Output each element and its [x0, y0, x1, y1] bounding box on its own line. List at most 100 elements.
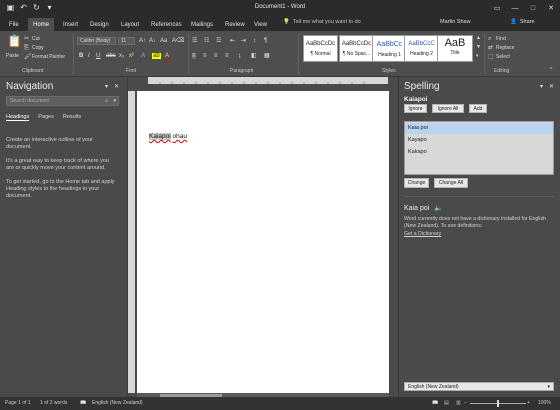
numbering-icon[interactable]: ☷ [204, 38, 209, 44]
underline-icon[interactable]: U [96, 53, 100, 59]
word-count[interactable]: 1 of 2 words [40, 400, 67, 406]
search-dropdown-icon[interactable]: ▾ [113, 98, 116, 104]
web-layout-icon[interactable]: ▥ [456, 400, 461, 406]
sort-icon[interactable]: ↕ [253, 38, 256, 44]
copy-icon[interactable]: ⎘ [24, 45, 29, 51]
page-count[interactable]: Page 1 of 1 [5, 400, 31, 406]
format-painter-icon[interactable]: 🖌 [24, 54, 32, 60]
tab-mailings[interactable]: Mailings [186, 18, 218, 31]
zoom-out-icon[interactable]: − [464, 400, 467, 406]
document-page[interactable]: Kaiapoi ohau [137, 91, 389, 393]
shading-icon[interactable]: ◧ [251, 53, 257, 59]
increase-indent-icon[interactable]: ⇥ [241, 38, 246, 44]
misspelled-word[interactable]: Kaiapoi [149, 133, 171, 140]
share-button[interactable]: 👤 Share [510, 19, 535, 25]
tab-results[interactable]: Results [63, 114, 81, 121]
dropdown-icon[interactable]: ▾ [540, 83, 543, 90]
text-effects-icon[interactable]: A [141, 53, 145, 59]
format-painter-button[interactable]: Format Painter [32, 54, 65, 60]
speaker-icon[interactable]: 🔈 [434, 204, 443, 212]
paste-icon[interactable]: 📋 [7, 35, 22, 47]
suggestion-item[interactable]: Kakapo [405, 147, 553, 158]
highlight-icon[interactable]: ab [152, 53, 161, 59]
shrink-font-icon[interactable]: A↓ [149, 38, 156, 44]
tab-review[interactable]: Review [220, 18, 250, 31]
styles-more-icon[interactable]: ▾ [476, 54, 479, 59]
zoom-level[interactable]: 100% [538, 400, 551, 406]
ribbon-options-icon[interactable]: ▭ [488, 0, 506, 16]
grow-font-icon[interactable]: A↑ [139, 38, 146, 44]
tab-layout[interactable]: Layout [116, 18, 144, 31]
get-dictionary-link[interactable]: Get a Dictionary [404, 231, 441, 237]
align-center-icon[interactable]: ≡ [203, 53, 207, 59]
collapse-ribbon-icon[interactable]: ^ [550, 68, 552, 73]
tab-insert[interactable]: Insert [58, 18, 83, 31]
print-layout-icon[interactable]: ▤ [444, 400, 449, 406]
clear-formatting-icon[interactable]: A⌫ [172, 38, 185, 44]
language-dropdown[interactable]: English (New Zealand) ▾ [404, 382, 554, 391]
justify-icon[interactable]: ≡ [225, 53, 229, 59]
font-color-icon[interactable]: A [165, 53, 170, 61]
close-icon[interactable]: ✕ [542, 0, 560, 16]
search-icon[interactable]: ⌕ [105, 98, 108, 104]
bullets-icon[interactable]: ☰ [192, 38, 197, 44]
document-word[interactable]: ohau [173, 133, 187, 140]
zoom-slider-thumb[interactable] [497, 400, 499, 407]
suggestions-list[interactable]: Kaia poi Kayapo Kakapo [404, 121, 554, 175]
close-icon[interactable]: ✕ [114, 83, 119, 90]
dropdown-icon[interactable]: ▾ [105, 83, 108, 90]
style-heading-1[interactable]: AaBbCc Heading 1 [372, 35, 407, 62]
strikethrough-icon[interactable]: abc [106, 53, 116, 59]
tab-references[interactable]: References [146, 18, 187, 31]
align-left-icon[interactable]: ≡ [192, 53, 196, 59]
style-no-spacing[interactable]: AaBbCcDc ¶ No Spac... [339, 35, 374, 62]
change-case-icon[interactable]: Aa [160, 38, 167, 44]
line-spacing-icon[interactable]: ↨ [238, 53, 241, 59]
ignore-all-button[interactable]: Ignore All [432, 104, 464, 113]
language-status[interactable]: English (New Zealand) [92, 400, 143, 406]
tab-design[interactable]: Design [85, 18, 114, 31]
replace-icon[interactable]: ⇄ [488, 45, 493, 51]
font-name-dropdown[interactable]: Calibri (Body) [77, 37, 116, 45]
maximize-icon[interactable]: □ [524, 0, 542, 16]
suggestion-item[interactable]: Kayapo [405, 135, 553, 146]
search-document-input[interactable]: Search document ⌕ ▾ [6, 96, 119, 106]
cut-icon[interactable]: ✂ [24, 36, 29, 42]
paste-button[interactable]: Paste [6, 53, 19, 59]
ignore-button[interactable]: Ignore [404, 104, 427, 113]
proofing-icon[interactable]: 📖 [80, 400, 86, 406]
add-button[interactable]: Add [469, 104, 487, 113]
horizontal-ruler[interactable] [148, 77, 388, 84]
font-size-dropdown[interactable]: 11 [118, 37, 135, 45]
tab-headings[interactable]: Headings [6, 114, 30, 121]
style-title[interactable]: AaB Title [437, 35, 473, 62]
bold-icon[interactable]: B [79, 53, 83, 59]
select-icon[interactable]: ⬚ [488, 54, 494, 60]
borders-icon[interactable]: ▦ [264, 53, 270, 59]
suggestion-item[interactable]: Kaia poi [405, 123, 553, 134]
decrease-indent-icon[interactable]: ⇤ [230, 38, 235, 44]
tab-view[interactable]: View [249, 18, 272, 31]
find-icon[interactable]: ⌕ [488, 36, 491, 42]
multilevel-list-icon[interactable]: ☲ [216, 38, 221, 44]
zoom-in-icon[interactable]: + [527, 400, 530, 406]
select-button[interactable]: Select [496, 54, 510, 60]
minimize-icon[interactable]: — [506, 0, 524, 16]
tab-file[interactable]: File [4, 18, 24, 31]
find-button[interactable]: Find [496, 36, 506, 42]
align-right-icon[interactable]: ≡ [214, 53, 218, 59]
show-marks-icon[interactable]: ¶ [264, 38, 267, 44]
close-icon[interactable]: ✕ [549, 83, 554, 90]
user-name[interactable]: Martin Shaw [440, 19, 471, 25]
tab-home[interactable]: Home [28, 18, 55, 31]
italic-icon[interactable]: I [88, 53, 90, 59]
styles-scroll-up-icon[interactable]: ▲ [476, 36, 481, 41]
tab-pages[interactable]: Pages [38, 114, 54, 121]
copy-button[interactable]: Copy [32, 45, 44, 51]
vertical-ruler[interactable] [128, 91, 135, 393]
style-heading-2[interactable]: AaBbCcC Heading 2 [404, 35, 439, 62]
styles-scroll-down-icon[interactable]: ▼ [476, 45, 481, 50]
change-all-button[interactable]: Change All [434, 178, 468, 188]
style-normal[interactable]: AaBbCcDc ¶ Normal [303, 35, 338, 62]
cut-button[interactable]: Cut [32, 36, 40, 42]
